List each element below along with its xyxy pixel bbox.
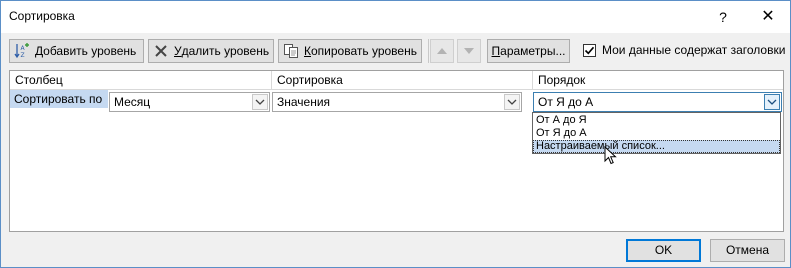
column-combobox[interactable]: Месяц <box>109 92 270 112</box>
options-button[interactable]: Параметры... <box>487 39 570 63</box>
add-level-button[interactable]: A Z Добавить уровень <box>9 39 144 63</box>
move-up-button[interactable] <box>430 39 454 63</box>
sort-by-row-label[interactable]: Сортировать по <box>10 90 108 108</box>
mouse-pointer-icon <box>604 146 617 165</box>
headers-checkbox-label: Мои данные содержат заголовки <box>602 43 786 57</box>
order-combobox[interactable]: От Я до А <box>533 92 782 112</box>
checkmark-icon <box>584 46 595 54</box>
column-combobox-value: Месяц <box>114 95 151 109</box>
sort-on-combobox-value: Значения <box>277 95 331 109</box>
options-label: араметры... <box>500 44 566 58</box>
add-sort-level-icon: A Z <box>14 43 30 59</box>
sort-dialog: Сортировка ? ✕ A Z Добавить уровень Удал… <box>0 0 791 268</box>
options-accel: П <box>491 44 501 58</box>
svg-text:A: A <box>21 45 26 52</box>
order-option-custom-list[interactable]: Настраиваемый список... <box>533 140 780 153</box>
delete-x-icon <box>153 43 169 59</box>
move-down-button[interactable] <box>457 39 481 63</box>
chevron-down-icon <box>767 99 777 105</box>
svg-text:Z: Z <box>21 52 25 59</box>
triangle-up-icon <box>437 48 447 54</box>
copy-level-button[interactable]: Копировать уровень <box>278 39 422 63</box>
order-dropdown-button[interactable] <box>764 94 780 110</box>
add-level-accel: Д <box>35 44 44 58</box>
copy-level-label: опировать уровень <box>311 44 417 58</box>
order-option-z-a[interactable]: От Я до А <box>533 127 780 140</box>
help-button[interactable]: ? <box>713 7 733 27</box>
sort-on-dropdown-button[interactable] <box>504 94 520 110</box>
column-header-sort-on: Сортировка <box>272 71 533 90</box>
order-option-a-z[interactable]: От А до Я <box>533 114 780 127</box>
copy-level-accel: К <box>304 44 311 58</box>
dialog-title: Сортировка <box>9 9 75 23</box>
order-dropdown-list: От А до Я От Я до А Настраиваемый список… <box>532 112 781 154</box>
toolbar-separator <box>428 39 429 63</box>
delete-level-button[interactable]: Удалить уровень <box>148 39 274 63</box>
delete-level-accel: У <box>174 44 182 58</box>
delete-level-label: далить уровень <box>181 44 270 58</box>
headers-checkbox-row[interactable]: Мои данные содержат заголовки <box>583 43 785 57</box>
title-bar: Сортировка ? ✕ <box>1 1 790 33</box>
headers-checkbox[interactable] <box>583 43 596 57</box>
sort-on-combobox[interactable]: Значения <box>272 92 522 112</box>
chevron-down-icon <box>255 99 265 105</box>
ok-button[interactable]: OK <box>626 239 701 262</box>
order-combobox-value: От Я до А <box>538 95 594 109</box>
chevron-down-icon <box>507 99 517 105</box>
copy-icon <box>283 43 299 59</box>
triangle-down-icon <box>464 48 474 54</box>
column-header-column: Столбец <box>10 71 271 90</box>
column-header-order: Порядок <box>533 71 783 90</box>
add-level-label: обавить уровень <box>43 44 137 58</box>
close-button[interactable]: ✕ <box>756 6 780 28</box>
cancel-button[interactable]: Отмена <box>710 239 785 262</box>
column-dropdown-button[interactable] <box>252 94 268 110</box>
